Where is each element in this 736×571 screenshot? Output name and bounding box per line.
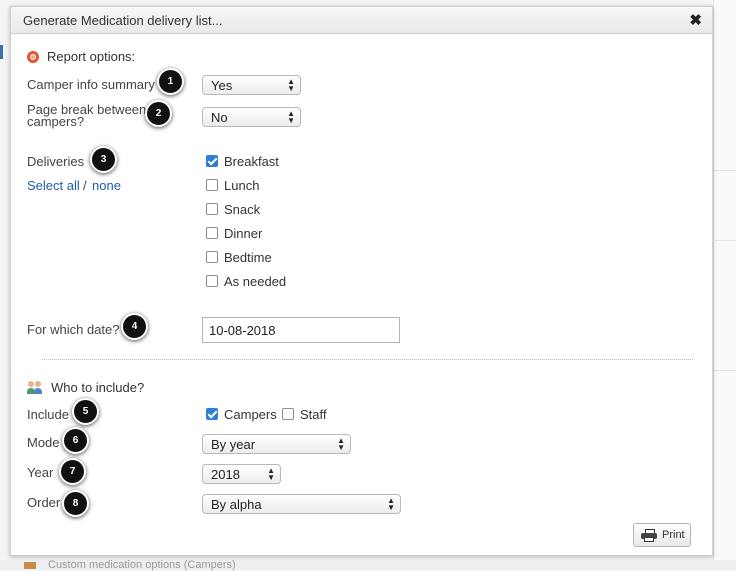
lunch-checkbox[interactable] [206,179,218,191]
date-input[interactable]: 10-08-2018 [202,317,400,343]
dinner-checkbox[interactable] [206,227,218,239]
snack-checkbox[interactable] [206,203,218,215]
print-label: Print [662,529,685,541]
callout-4: 4 [121,313,148,340]
order-label: Order [27,495,61,510]
bedtime-label: Bedtime [224,250,272,265]
breakfast-label: Breakfast [224,154,279,169]
printer-icon [641,529,657,542]
year-value: 2018 [211,467,240,482]
breakfast-checkbox[interactable] [206,155,218,167]
background-marker [0,45,3,59]
as-needed-checkbox[interactable] [206,275,218,287]
staff-checkbox[interactable] [282,408,294,420]
select-none-link[interactable]: none [92,178,121,193]
mode-label: Mode [27,435,60,450]
year-select[interactable]: 2018 ▲ ▼ [202,464,281,484]
camper-info-summary-value: Yes [211,78,233,93]
staff-label: Staff [300,407,327,422]
callout-8: 8 [62,490,89,517]
dialog-title: Generate Medication delivery list... [23,13,223,28]
select-all-link[interactable]: Select all [27,178,80,193]
lunch-label: Lunch [224,178,260,193]
dinner-label: Dinner [224,226,263,241]
campers-label: Campers [224,407,277,422]
date-label: For which date? [27,322,120,337]
background-flag-icon [24,562,36,569]
section-divider [42,359,693,360]
dialog-titlebar: Generate Medication delivery list... ✖ [11,7,712,34]
as-needed-label: As needed [224,274,287,289]
date-value: 10-08-2018 [209,323,276,338]
select-arrows-icon: ▲ ▼ [387,496,395,512]
mode-value: By year [211,437,256,452]
callout-1: 1 [157,68,184,95]
camper-info-summary-select[interactable]: Yes ▲ ▼ [202,75,301,95]
select-arrows-icon: ▲ ▼ [287,77,295,93]
callout-6: 6 [62,427,89,454]
select-arrows-icon: ▲ ▼ [287,109,295,125]
campers-checkbox[interactable] [206,408,218,420]
year-label: Year [27,465,54,480]
callout-7: 7 [59,458,86,485]
order-value: By alpha [211,497,262,512]
page-break-label: Page break between campers? [27,102,147,129]
who-to-include-heading: Who to include? [51,380,145,395]
camper-info-summary-label: Camper info summary [27,77,155,92]
medication-delivery-dialog: Generate Medication delivery list... ✖ R… [10,6,713,556]
select-arrows-icon: ▲ ▼ [267,466,275,482]
close-icon[interactable]: ✖ [689,11,702,29]
background-divider [713,170,736,171]
callout-3: 3 [90,146,117,173]
background-footer-text: Custom medication options (Campers) [48,559,236,571]
deliveries-label: Deliveries [27,154,85,169]
link-separator: / [83,178,87,193]
report-options-header: Report options: [27,49,135,64]
gear-icon [27,50,39,63]
background-divider [713,370,736,371]
bedtime-checkbox[interactable] [206,251,218,263]
callout-5: 5 [72,398,99,425]
callout-2: 2 [145,100,172,127]
print-button[interactable]: Print [633,523,691,547]
people-icon [27,381,43,394]
background-page-edge [713,0,736,569]
who-to-include-header: Who to include? [27,380,144,395]
background-divider [713,240,736,241]
order-select[interactable]: By alpha ▲ ▼ [202,494,401,514]
select-arrows-icon: ▲ ▼ [337,436,345,452]
page-break-value: No [211,110,228,125]
mode-select[interactable]: By year ▲ ▼ [202,434,351,454]
page-break-select[interactable]: No ▲ ▼ [202,107,301,127]
snack-label: Snack [224,202,261,217]
report-options-heading: Report options: [47,49,136,64]
include-label: Include [27,407,69,422]
